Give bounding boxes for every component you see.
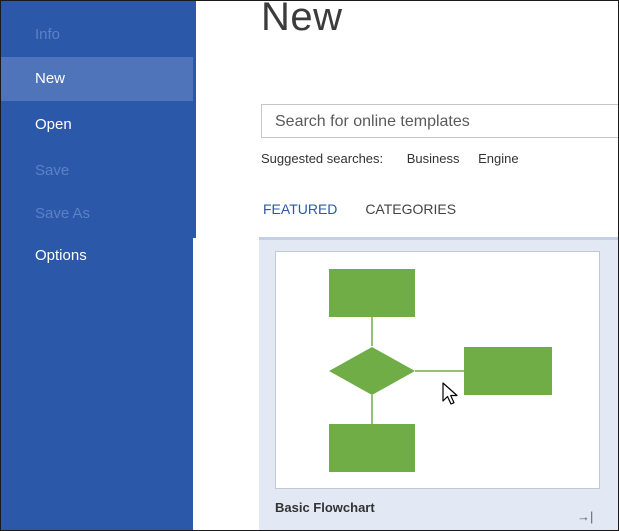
suggested-link-engineering[interactable]: Engine <box>478 151 518 166</box>
sidebar-item-options[interactable]: Options <box>1 234 193 278</box>
template-card[interactable]: Basic Flowchart →| <box>259 240 618 530</box>
page-title: New <box>261 0 343 39</box>
flowchart-process-right <box>464 347 552 395</box>
pin-icon[interactable]: →| <box>577 509 593 524</box>
search-box[interactable] <box>261 104 618 138</box>
sidebar-edge <box>193 1 196 238</box>
suggested-searches: Suggested searches: Business Engine <box>261 151 519 166</box>
sidebar-item-new[interactable]: New <box>1 57 193 101</box>
template-thumbnail[interactable] <box>275 251 600 489</box>
sidebar-item-save-as: Save As <box>35 205 91 222</box>
sidebar-item-info: Info <box>35 26 61 43</box>
flowchart-preview <box>329 269 552 472</box>
mouse-cursor-icon <box>442 382 458 405</box>
flowchart-process-bottom <box>329 424 415 472</box>
tab-categories[interactable]: CATEGORIES <box>365 201 456 217</box>
suggested-searches-label: Suggested searches: <box>261 151 384 166</box>
backstage-window: Info New Open Save Save As Options New S… <box>0 0 619 531</box>
suggested-link-business[interactable]: Business <box>407 151 460 166</box>
tab-featured[interactable]: FEATURED <box>263 201 337 217</box>
flowchart-process-top <box>329 269 415 317</box>
flowchart-decision <box>329 347 415 395</box>
backstage-sidebar: Info New Open Save Save As Options <box>1 1 193 530</box>
template-tabs: FEATURED CATEGORIES <box>263 201 456 217</box>
sidebar-item-open[interactable]: Open <box>1 103 193 147</box>
search-input[interactable] <box>273 111 607 133</box>
sidebar-item-save: Save <box>35 162 70 179</box>
template-name: Basic Flowchart <box>275 500 375 515</box>
